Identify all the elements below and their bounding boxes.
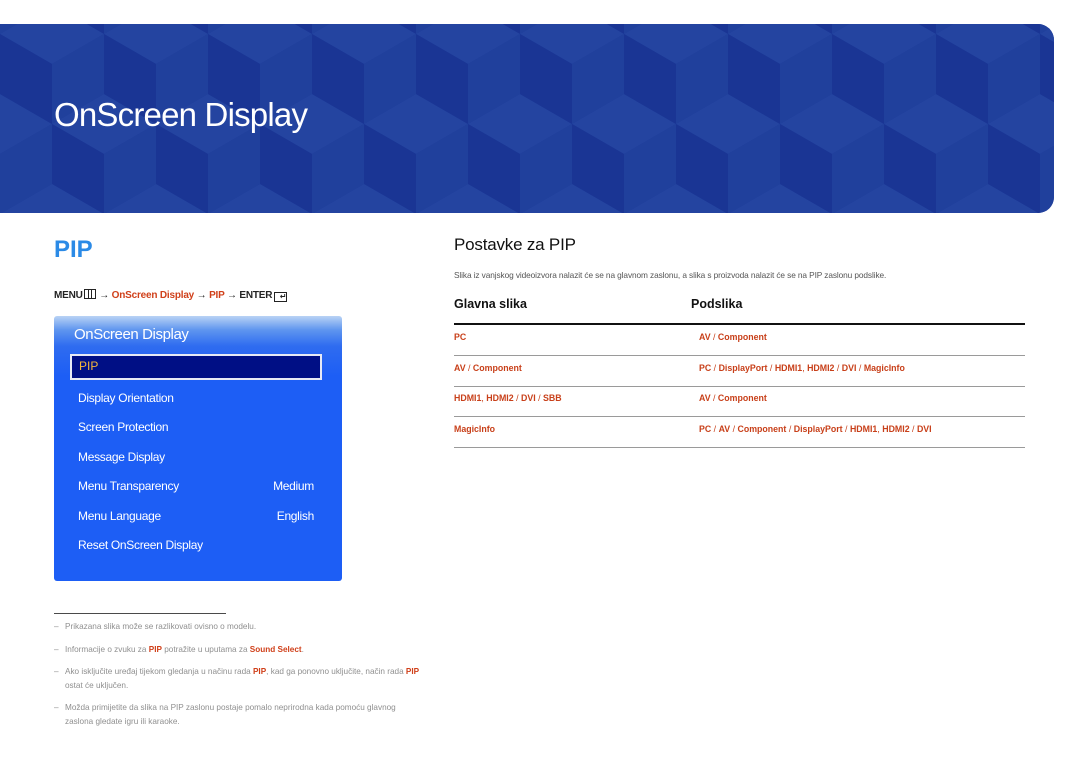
- section-title: PIP: [54, 236, 93, 263]
- note-highlight: PIP: [252, 667, 267, 676]
- cell-main-source: HDMI1, HDMI2 / DVI / SBB: [454, 393, 562, 403]
- osd-menu-item-label: Message Display: [78, 450, 165, 464]
- osd-menu-item-label: Display Orientation: [78, 391, 174, 405]
- arrow: →: [227, 290, 237, 301]
- enter-label: ENTER: [239, 290, 273, 301]
- cell-sub-source: AV / Component: [699, 393, 767, 403]
- menu-path: MENU → OnScreen Display → PIP → ENTER ↵: [54, 289, 288, 302]
- note-highlight: PIP: [405, 667, 420, 676]
- osd-menu-title: OnScreen Display: [74, 326, 189, 343]
- column-header-sub: Podslika: [691, 297, 743, 311]
- table-row: PC AV / Component: [454, 325, 1025, 356]
- osd-menu-item-label: Screen Protection: [78, 420, 169, 434]
- cell-sub-source: PC / DisplayPort / HDMI1, HDMI2 / DVI / …: [699, 362, 905, 373]
- cell-sub-source: PC / AV / Component / DisplayPort / HDMI…: [699, 423, 932, 434]
- note-text: Ako isključite uređaj tijekom gledanja u…: [65, 667, 253, 676]
- note-text: potražite u uputama za: [161, 645, 250, 654]
- cell-main-source: PC: [454, 332, 467, 342]
- osd-menu-item-menu-transparency[interactable]: Menu Transparency Medium: [78, 476, 314, 496]
- osd-menu-item-display-orientation[interactable]: Display Orientation: [78, 388, 314, 408]
- osd-menu-item-pip[interactable]: PIP: [70, 354, 322, 380]
- osd-menu-panel: OnScreen Display PIP Display Orientation…: [54, 316, 342, 581]
- menu-grid-icon: [83, 289, 96, 299]
- note-highlight: Sound Select: [249, 645, 302, 654]
- note-text: .: [301, 645, 304, 654]
- osd-menu-item-label: Menu Language: [78, 509, 161, 523]
- arrow: →: [196, 290, 207, 301]
- osd-menu-item-label: Menu Transparency: [78, 479, 179, 493]
- note-3: Ako isključite uređaj tijekom gledanja u…: [54, 665, 424, 693]
- footnote-divider: [54, 613, 226, 614]
- column-header-main: Glavna slika: [454, 297, 527, 311]
- note-text: ostat će uključen.: [65, 681, 129, 690]
- note-highlight: PIP: [148, 645, 162, 654]
- osd-menu-item-label: PIP: [79, 359, 99, 373]
- note-text: , kad ga ponovno uključite, način rada: [266, 667, 406, 676]
- table-row: MagicInfo PC / AV / Component / DisplayPo…: [454, 417, 1025, 448]
- settings-description: Slika iz vanjskog videoizvora nalazit će…: [454, 270, 887, 280]
- osd-menu-item-menu-language[interactable]: Menu Language English: [78, 506, 314, 526]
- cell-main-source: AV / Component: [454, 362, 522, 373]
- note-text: Informacije o zvuku za: [65, 645, 149, 654]
- menu-label: MENU: [54, 290, 83, 301]
- osd-menu-item-value: English: [276, 509, 315, 523]
- header-banner: OnScreen Display: [0, 24, 1054, 213]
- cell-main-source: MagicInfo: [454, 423, 496, 434]
- note-2: Informacije o zvuku za PIP potražite u u…: [54, 643, 424, 657]
- osd-menu-item-reset-osd[interactable]: Reset OnScreen Display: [78, 535, 314, 555]
- note-1: Prikazana slika može se razlikovati ovis…: [54, 620, 424, 634]
- osd-menu-item-label: Reset OnScreen Display: [78, 538, 203, 552]
- menu-path-step-pip: PIP: [209, 290, 225, 301]
- note-4: Možda primijetite da slika na PIP zaslon…: [54, 701, 424, 729]
- cell-sub-source: AV / Component: [699, 332, 767, 342]
- enter-icon: ↵: [274, 292, 288, 302]
- note-text: Možda primijetite da slika na PIP zaslon…: [65, 703, 396, 726]
- settings-title: Postavke za PIP: [454, 235, 576, 254]
- table-row: HDMI1, HDMI2 / DVI / SBB AV / Component: [454, 386, 1025, 417]
- menu-path-step-osd: OnScreen Display: [111, 290, 195, 301]
- page-title: OnScreen Display: [54, 96, 308, 133]
- osd-menu-item-value: Medium: [273, 479, 314, 493]
- osd-menu-item-screen-protection[interactable]: Screen Protection: [78, 417, 314, 437]
- note-text: Prikazana slika može se razlikovati ovis…: [65, 622, 257, 631]
- arrow: →: [99, 290, 110, 301]
- table-row: AV / Component PC / DisplayPort / HDMI1, …: [454, 356, 1025, 387]
- osd-menu-item-message-display[interactable]: Message Display: [78, 447, 314, 467]
